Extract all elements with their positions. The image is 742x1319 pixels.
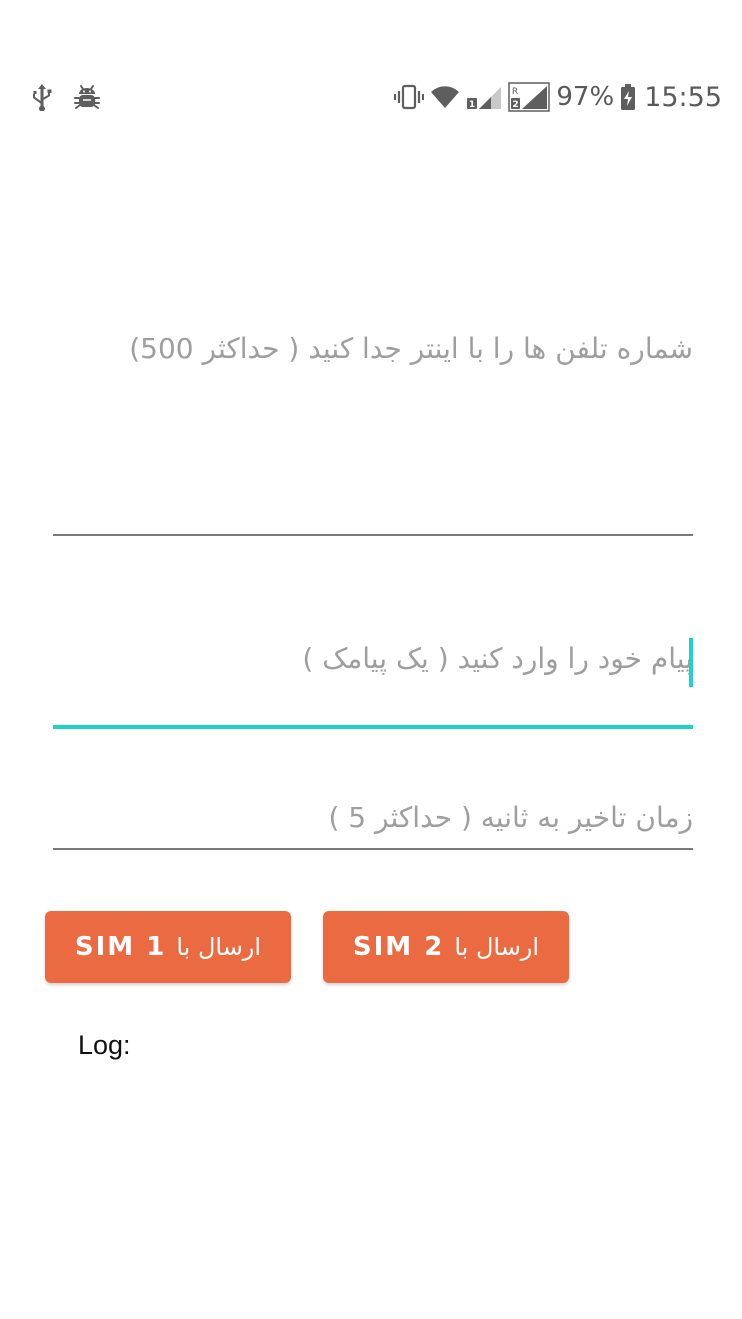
delay-underline [53, 848, 693, 850]
log-label: Log: [78, 1030, 131, 1060]
usb-icon [30, 83, 54, 111]
phone-numbers-underline [53, 534, 693, 536]
text-cursor [689, 638, 693, 687]
phone-numbers-field[interactable]: شماره تلفن ها را با اینتر جدا کنید ( حدا… [53, 320, 693, 538]
svg-text:2: 2 [513, 100, 519, 110]
svg-text:R: R [512, 87, 518, 97]
svg-text:1: 1 [469, 100, 475, 110]
send-sim1-button[interactable]: SIM 1 ارسال با [45, 911, 291, 983]
clock: 15:55 [644, 81, 722, 113]
delay-placeholder: زمان تاخیر به ثانیه ( حداکثر 5 ) [328, 801, 693, 834]
send-sim1-label: ارسال با [176, 933, 262, 961]
send-sim1-sim-label: SIM 1 [74, 932, 167, 962]
status-bar: 1 R 2 97% 15:55 [0, 72, 742, 122]
send-sim2-button[interactable]: SIM 2 ارسال با [323, 911, 569, 983]
status-bar-right: 1 R 2 97% 15:55 [394, 78, 722, 116]
phone-numbers-placeholder: شماره تلفن ها را با اینتر جدا کنید ( حدا… [129, 332, 693, 365]
send-sim2-label: ارسال با [454, 933, 540, 961]
battery-charging-icon [620, 83, 636, 111]
signal-sim2-roaming-icon: R 2 [508, 82, 551, 112]
wifi-icon [430, 85, 460, 109]
status-bar-left [30, 82, 100, 112]
battery-percent: 97% [556, 82, 615, 112]
vibrate-icon [394, 84, 425, 110]
delay-field[interactable]: زمان تاخیر به ثانیه ( حداکثر 5 ) [53, 795, 693, 853]
message-field[interactable]: پیام خود را وارد کنید ( یک پیامک ) [53, 630, 693, 732]
signal-sim1-icon: 1 [466, 84, 502, 110]
message-underline [53, 725, 693, 729]
android-debug-icon [74, 83, 100, 111]
message-placeholder: پیام خود را وارد کنید ( یک پیامک ) [302, 642, 693, 675]
send-sim2-sim-label: SIM 2 [352, 932, 445, 962]
